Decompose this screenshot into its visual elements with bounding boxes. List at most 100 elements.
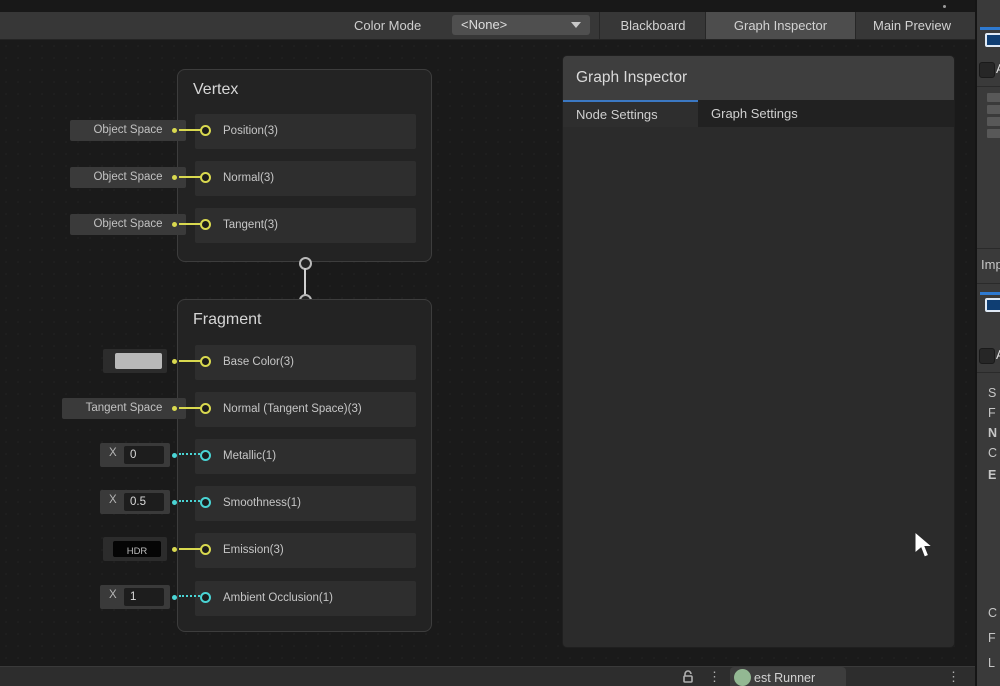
normal-ts-input-port[interactable]	[200, 403, 211, 414]
port-row-emission[interactable]: Emission(3)	[195, 533, 416, 568]
position-space-dropdown[interactable]: Object Space	[70, 120, 186, 141]
port-row-ambient-occlusion[interactable]: Ambient Occlusion(1)	[195, 581, 416, 616]
port-label: Normal (Tangent Space)(3)	[223, 392, 362, 427]
clipped-field[interactable]	[987, 117, 1000, 126]
normal-ts-space-dropdown[interactable]: Tangent Space	[62, 398, 186, 419]
port-edge	[179, 595, 200, 597]
fragment-master-node[interactable]: Fragment Base Color(3) Normal (Tangent S…	[177, 299, 432, 632]
port-label: Tangent(3)	[223, 208, 278, 243]
port-edge	[179, 548, 201, 550]
base-color-swatch[interactable]	[115, 353, 162, 369]
clipped-field[interactable]	[987, 129, 1000, 138]
base-color-input-port[interactable]	[200, 356, 211, 367]
tab-graph-settings[interactable]: Graph Settings	[711, 100, 841, 127]
clipped-property-label: E	[988, 468, 996, 482]
graph-inspector-header[interactable]: Graph Inspector	[563, 56, 954, 100]
base-color-field[interactable]	[103, 349, 167, 373]
ambient-occlusion-input-port[interactable]	[200, 592, 211, 603]
port-row-base-color[interactable]: Base Color(3)	[195, 345, 416, 380]
port-edge	[179, 223, 201, 225]
clipped-property-label: C	[988, 606, 997, 620]
port-edge	[179, 176, 201, 178]
tab-label: est Runner	[754, 667, 815, 686]
port-row-normal-ts[interactable]: Normal (Tangent Space)(3)	[195, 392, 416, 427]
port-connector-dot	[172, 406, 177, 411]
port-connector-dot	[172, 359, 177, 364]
window-top-strip	[0, 0, 1000, 12]
port-label: Ambient Occlusion(1)	[223, 581, 333, 616]
port-row-normal[interactable]: Normal(3)	[195, 161, 416, 196]
normal-input-port[interactable]	[200, 172, 211, 183]
bottom-dock-bar: ⋮ est Runner ⋮	[0, 666, 975, 686]
ambient-occlusion-float-field[interactable]: X 1	[100, 585, 170, 609]
clipped-checkbox-label: A	[996, 348, 1000, 362]
color-mode-dropdown-value: <None>	[461, 17, 507, 32]
vertex-master-node[interactable]: Vertex Position(3) Normal(3) Tangent(3)	[177, 69, 432, 262]
x-component-label: X	[109, 447, 117, 459]
clipped-field[interactable]	[987, 93, 1000, 102]
smoothness-float-field[interactable]: X 0.5	[100, 490, 170, 514]
port-connector-dot	[172, 547, 177, 552]
x-component-label: X	[109, 494, 117, 506]
tab-node-settings[interactable]: Node Settings	[563, 100, 698, 127]
port-connector-dot	[172, 222, 177, 227]
tangent-input-port[interactable]	[200, 219, 211, 230]
vertex-node-title: Vertex	[193, 81, 238, 99]
clipped-property-label: L	[988, 656, 995, 670]
main-preview-toggle-button[interactable]: Main Preview	[856, 12, 968, 39]
blackboard-toggle-button[interactable]: Blackboard	[601, 12, 705, 39]
tab-test-runner[interactable]: est Runner	[730, 667, 846, 686]
normal-space-dropdown[interactable]: Object Space	[70, 167, 186, 188]
ambient-occlusion-value-input[interactable]: 1	[124, 588, 164, 606]
unlock-icon[interactable]	[681, 670, 695, 684]
dropdown-value: Tangent Space	[62, 398, 186, 419]
port-row-metallic[interactable]: Metallic(1)	[195, 439, 416, 474]
clipped-checkbox-label: A	[996, 62, 1000, 76]
smoothness-value-input[interactable]: 0.5	[124, 493, 164, 511]
port-edge	[179, 453, 200, 455]
graph-inspector-toggle-button[interactable]: Graph Inspector	[706, 12, 855, 39]
color-mode-dropdown[interactable]: <None>	[452, 15, 590, 35]
clipped-property-label: F	[988, 631, 996, 645]
inspector-body-empty	[563, 127, 954, 648]
dropdown-value: Object Space	[70, 214, 186, 235]
port-label: Normal(3)	[223, 161, 274, 196]
clipped-field[interactable]	[987, 105, 1000, 114]
port-edge	[179, 129, 201, 131]
port-row-smoothness[interactable]: Smoothness(1)	[195, 486, 416, 521]
metallic-float-field[interactable]: X 0	[100, 443, 170, 467]
divider	[977, 283, 1000, 284]
port-connector-dot	[172, 175, 177, 180]
port-label: Emission(3)	[223, 533, 284, 568]
port-label: Smoothness(1)	[223, 486, 301, 521]
inspector-tab-bar: Node Settings Graph Settings	[563, 100, 954, 127]
metallic-input-port[interactable]	[200, 450, 211, 461]
port-connector-dot	[172, 128, 177, 133]
unity-inspector-clipped-panel: A Imp A S F N C E C F L	[975, 0, 1000, 686]
divider	[977, 86, 1000, 87]
more-options-icon[interactable]: ⋮	[947, 667, 960, 686]
shader-graph-asset-icon	[980, 27, 1000, 30]
emission-hdr-color-field[interactable]: HDR	[103, 537, 167, 561]
more-options-icon[interactable]: ⋮	[708, 667, 721, 686]
smoothness-input-port[interactable]	[200, 497, 211, 508]
tangent-space-dropdown[interactable]: Object Space	[70, 214, 186, 235]
fragment-node-title: Fragment	[193, 311, 261, 329]
divider	[977, 372, 1000, 373]
clipped-property-label: C	[988, 446, 997, 460]
port-row-position[interactable]: Position(3)	[195, 114, 416, 149]
emission-color-swatch[interactable]: HDR	[113, 541, 161, 557]
port-connector-dot	[172, 500, 177, 505]
position-input-port[interactable]	[200, 125, 211, 136]
color-mode-label: Color Mode	[354, 12, 421, 39]
port-edge	[179, 360, 201, 362]
menu-dot-icon	[943, 5, 946, 8]
checkbox[interactable]	[979, 348, 995, 364]
x-component-label: X	[109, 589, 117, 601]
port-row-tangent[interactable]: Tangent(3)	[195, 208, 416, 243]
emission-input-port[interactable]	[200, 544, 211, 555]
checkbox[interactable]	[979, 62, 995, 78]
shader-graph-asset-icon	[980, 292, 1000, 295]
shader-graph-window: Color Mode <None> Blackboard Graph Inspe…	[0, 0, 1000, 686]
metallic-value-input[interactable]: 0	[124, 446, 164, 464]
